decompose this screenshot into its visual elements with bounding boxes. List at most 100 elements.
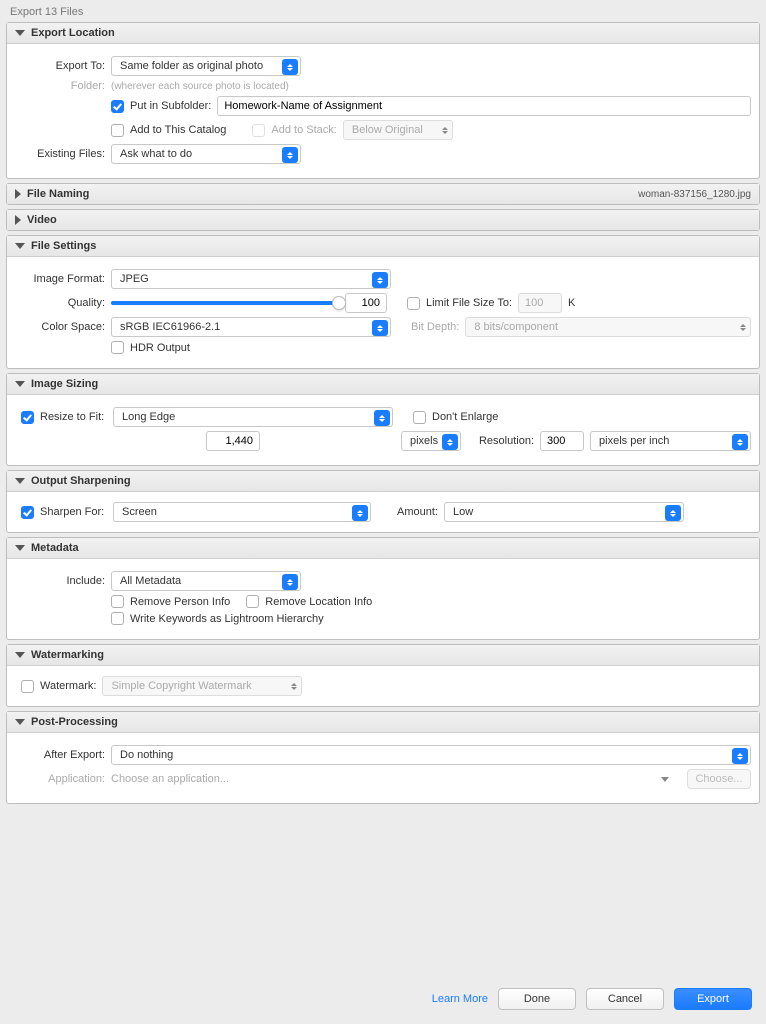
- panel-header-video[interactable]: Video: [7, 210, 759, 230]
- export-to-label: Export To:: [15, 60, 105, 72]
- disclosure-icon: [15, 478, 25, 484]
- panel-image-sizing: Image Sizing Resize to Fit: Long Edge Do…: [6, 373, 760, 466]
- dont-enlarge-label: Don't Enlarge: [432, 411, 498, 423]
- panel-header-metadata[interactable]: Metadata: [7, 538, 759, 559]
- add-to-stack-label: Add to Stack:: [271, 124, 336, 136]
- sharpen-select[interactable]: Screen: [113, 502, 371, 522]
- section-title: File Settings: [31, 240, 96, 252]
- chevron-icon: [740, 324, 746, 331]
- resize-label: Resize to Fit:: [40, 411, 107, 423]
- chevron-icon: [291, 683, 297, 690]
- color-space-select[interactable]: sRGB IEC61966-2.1: [111, 317, 391, 337]
- image-format-select[interactable]: JPEG: [111, 269, 391, 289]
- resolution-label: Resolution:: [479, 435, 534, 447]
- watermark-select: Simple Copyright Watermark: [102, 676, 302, 696]
- section-title: Metadata: [31, 542, 79, 554]
- chevron-icon: [352, 505, 368, 521]
- limit-size-checkbox[interactable]: [407, 297, 420, 310]
- after-export-select[interactable]: Do nothing: [111, 745, 751, 765]
- panel-header-post-processing[interactable]: Post-Processing: [7, 712, 759, 733]
- amount-select[interactable]: Low: [444, 502, 684, 522]
- bit-depth-label: Bit Depth:: [411, 321, 459, 333]
- add-to-catalog-checkbox[interactable]: [111, 124, 124, 137]
- disclosure-icon: [15, 30, 25, 36]
- panel-header-export-location[interactable]: Export Location: [7, 23, 759, 44]
- existing-files-select[interactable]: Ask what to do: [111, 144, 301, 164]
- keywords-hierarchy-checkbox[interactable]: [111, 612, 124, 625]
- amount-label: Amount:: [397, 506, 438, 518]
- after-export-label: After Export:: [15, 749, 105, 761]
- disclosure-icon: [15, 381, 25, 387]
- sharpen-label: Sharpen For:: [40, 506, 107, 518]
- resize-select[interactable]: Long Edge: [113, 407, 393, 427]
- resolution-unit-select[interactable]: pixels per inch: [590, 431, 751, 451]
- chevron-icon: [442, 434, 458, 450]
- chevron-icon: [732, 748, 748, 764]
- remove-person-label: Remove Person Info: [130, 596, 230, 608]
- keywords-label: Write Keywords as Lightroom Hierarchy: [130, 613, 324, 625]
- panel-header-file-settings[interactable]: File Settings: [7, 236, 759, 257]
- learn-more-link[interactable]: Learn More: [432, 993, 488, 1005]
- dont-enlarge-checkbox[interactable]: [413, 411, 426, 424]
- sharpen-checkbox[interactable]: [21, 506, 34, 519]
- cancel-button[interactable]: Cancel: [586, 988, 664, 1010]
- watermark-label: Watermark:: [40, 680, 96, 692]
- panel-video: Video: [6, 209, 760, 231]
- existing-files-label: Existing Files:: [15, 148, 105, 160]
- disclosure-icon: [15, 215, 21, 225]
- bit-depth-select: 8 bits/component: [465, 317, 751, 337]
- chevron-icon: [282, 59, 298, 75]
- panel-header-file-naming[interactable]: File Naming woman-837156_1280.jpg: [7, 184, 759, 204]
- resize-checkbox[interactable]: [21, 411, 34, 424]
- panel-file-naming: File Naming woman-837156_1280.jpg: [6, 183, 760, 205]
- remove-person-checkbox[interactable]: [111, 595, 124, 608]
- panel-output-sharpening: Output Sharpening Sharpen For: Screen Am…: [6, 470, 760, 533]
- remove-location-checkbox[interactable]: [246, 595, 259, 608]
- disclosure-icon: [15, 652, 25, 658]
- stack-position-select: Below Original: [343, 120, 453, 140]
- disclosure-icon: [15, 545, 25, 551]
- panel-watermarking: Watermarking Watermark: Simple Copyright…: [6, 644, 760, 707]
- subfolder-input[interactable]: [217, 96, 751, 116]
- panel-metadata: Metadata Include: All Metadata Remove Pe…: [6, 537, 760, 640]
- chevron-icon: [372, 272, 388, 288]
- panel-post-processing: Post-Processing After Export: Do nothing…: [6, 711, 760, 804]
- put-in-subfolder-checkbox[interactable]: [111, 100, 124, 113]
- folder-note: (wherever each source photo is located): [111, 81, 289, 92]
- done-button[interactable]: Done: [498, 988, 576, 1010]
- chevron-icon: [732, 434, 748, 450]
- chevron-icon: [665, 505, 681, 521]
- limit-unit: K: [568, 297, 575, 309]
- dimension-input[interactable]: [206, 431, 260, 451]
- application-placeholder: Choose an application...: [111, 773, 655, 785]
- choose-button: Choose...: [687, 769, 751, 789]
- include-select[interactable]: All Metadata: [111, 571, 301, 591]
- put-in-subfolder-label: Put in Subfolder:: [130, 100, 211, 112]
- disclosure-icon: [15, 243, 25, 249]
- remove-location-label: Remove Location Info: [265, 596, 372, 608]
- application-label: Application:: [15, 773, 105, 785]
- quality-label: Quality:: [15, 297, 105, 309]
- footer: Learn More Done Cancel Export: [0, 978, 766, 1024]
- folder-label: Folder:: [15, 80, 105, 92]
- quality-input[interactable]: [345, 293, 387, 313]
- add-to-catalog-label: Add to This Catalog: [130, 124, 226, 136]
- panel-header-output-sharpening[interactable]: Output Sharpening: [7, 471, 759, 492]
- hdr-checkbox[interactable]: [111, 341, 124, 354]
- panel-header-watermarking[interactable]: Watermarking: [7, 645, 759, 666]
- dimension-unit-select[interactable]: pixels: [401, 431, 461, 451]
- chevron-icon: [374, 410, 390, 426]
- panel-export-location: Export Location Export To: Same folder a…: [6, 22, 760, 179]
- file-naming-example: woman-837156_1280.jpg: [638, 189, 751, 200]
- limit-size-input: [518, 293, 562, 313]
- quality-slider[interactable]: [111, 293, 339, 313]
- resolution-input[interactable]: [540, 431, 584, 451]
- section-title: Output Sharpening: [31, 475, 131, 487]
- chevron-icon: [372, 320, 388, 336]
- section-title: File Naming: [27, 188, 89, 200]
- panel-header-image-sizing[interactable]: Image Sizing: [7, 374, 759, 395]
- disclosure-icon: [15, 719, 25, 725]
- watermark-checkbox[interactable]: [21, 680, 34, 693]
- export-button[interactable]: Export: [674, 988, 752, 1010]
- export-to-select[interactable]: Same folder as original photo: [111, 56, 301, 76]
